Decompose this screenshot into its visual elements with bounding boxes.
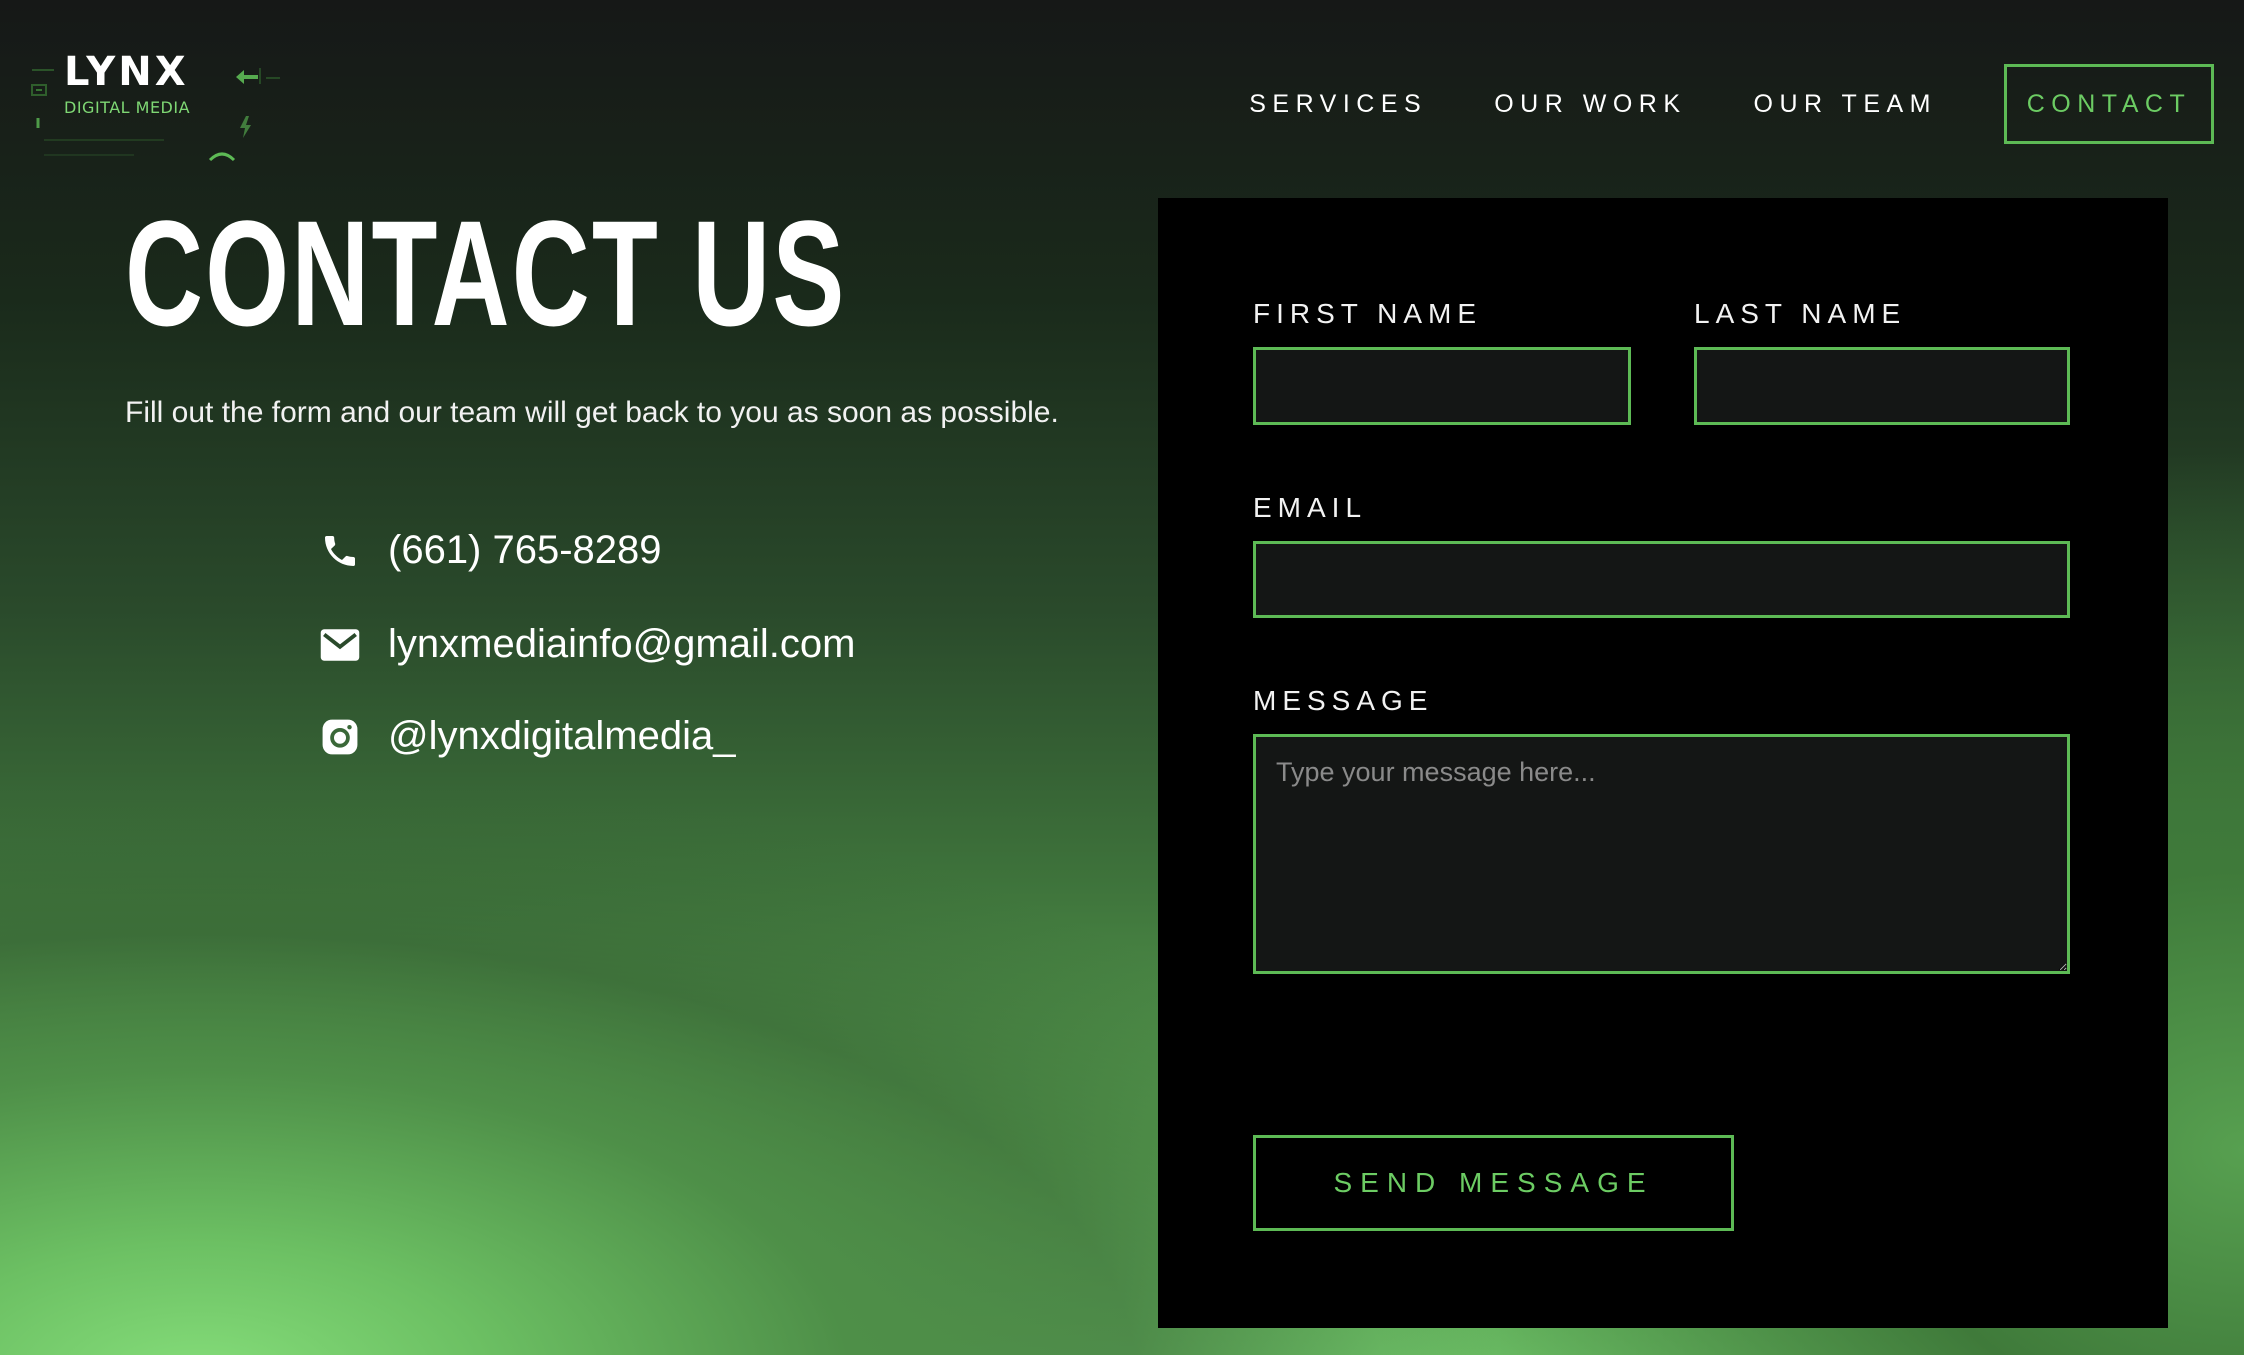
email-address: lynxmediainfo@gmail.com [388,622,856,666]
contact-phone[interactable]: (661) 765-8289 [318,528,662,573]
last-name-label: LAST NAME [1694,298,1907,329]
brand-logo[interactable]: LYNX DIGITAL MEDIA [30,30,280,180]
brand-tagline: DIGITAL MEDIA [64,98,191,117]
mail-icon [318,623,362,667]
phone-number: (661) 765-8289 [388,528,662,572]
email-label: EMAIL [1253,492,1368,523]
email-field[interactable] [1253,541,2070,618]
first-name-label: FIRST NAME [1253,298,1483,329]
nav-services-link[interactable]: SERVICES [1249,90,1427,119]
message-textarea[interactable] [1253,734,2070,974]
brand-name: LYNX [64,49,189,95]
page-subtitle: Fill out the form and our team will get … [125,396,1059,429]
contact-form: FIRST NAME LAST NAME EMAIL MESSAGE SEND … [1158,198,2168,1328]
nav-contact-button[interactable]: CONTACT [2004,64,2214,144]
contact-email[interactable]: lynxmediainfo@gmail.com [318,622,855,667]
send-message-button[interactable]: SEND MESSAGE [1253,1135,1734,1231]
message-label: MESSAGE [1253,685,1434,716]
nav-our-team-link[interactable]: OUR TEAM [1754,90,1938,119]
instagram-icon [318,715,362,759]
page-title: CONTACT US [125,189,847,357]
phone-icon [318,529,362,573]
main-nav: SERVICES OUR WORK OUR TEAM CONTACT [1249,64,2214,144]
last-name-field[interactable] [1694,347,2070,425]
first-name-field[interactable] [1253,347,1631,425]
nav-our-work-link[interactable]: OUR WORK [1494,90,1686,119]
contact-instagram[interactable]: @lynxdigitalmedia_ [318,714,735,759]
instagram-handle: @lynxdigitalmedia_ [388,714,736,758]
